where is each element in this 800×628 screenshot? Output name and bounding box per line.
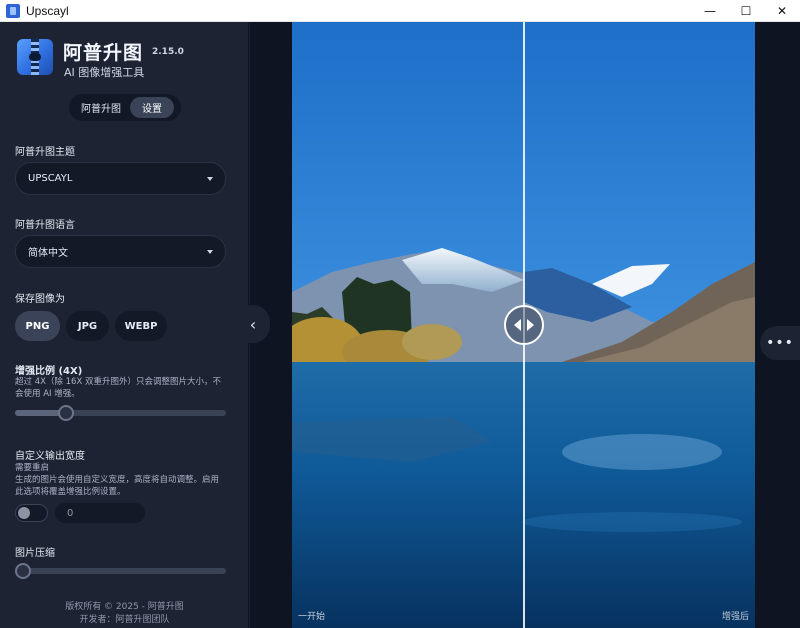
theme-select[interactable]: UPSCAYL: [15, 162, 226, 195]
close-button[interactable]: ✕: [764, 0, 800, 22]
compression-label: 图片压缩: [15, 548, 55, 559]
preview-area: 一开始 增强后 ‹ •••: [236, 22, 800, 628]
settings-sidebar: 阿普升图 2.15.0 AI 图像增强工具 阿普升图 设置 阿普升图主题 UPS…: [0, 22, 249, 628]
arrow-right-icon: [527, 319, 534, 331]
app-subtitle: AI 图像增强工具: [64, 66, 145, 79]
language-select-value: 简体中文: [28, 248, 68, 259]
scale-hint: 超过 4X（除 16X 双重升图外）只会调整图片大小，不会使用 AI 增强。: [15, 377, 221, 399]
compression-slider[interactable]: [15, 563, 226, 579]
tab-settings[interactable]: 设置: [130, 97, 174, 118]
chevron-left-icon: ‹: [249, 314, 257, 334]
arrow-left-icon: [514, 319, 521, 331]
compression-slider-thumb[interactable]: [15, 563, 31, 579]
window-controls: — ☐ ✕: [692, 0, 800, 22]
app-icon: [6, 3, 20, 18]
maximize-button[interactable]: ☐: [728, 0, 764, 22]
format-webp-button[interactable]: WEBP: [115, 311, 167, 341]
logo-face: [29, 53, 41, 61]
tab-upscayl[interactable]: 阿普升图: [72, 97, 130, 118]
custom-width-restart-note: 需要重启: [15, 463, 50, 473]
app-name: 阿普升图: [63, 42, 144, 64]
language-select[interactable]: 简体中文: [15, 235, 226, 268]
footer-developer: 开发者：阿普升图团队: [79, 615, 170, 625]
window-titlebar: Upscayl — ☐ ✕: [0, 0, 800, 22]
theme-label: 阿普升图主题: [15, 147, 75, 158]
save-as-label: 保存图像为: [15, 294, 65, 305]
footer-copyright: 版权所有 © 2025 - 阿普升图: [65, 602, 184, 612]
custom-width-hint: 生成的图片会使用自定义宽度，高度将自动调整。启用此选项将覆盖增强比例设置。: [15, 475, 220, 497]
more-options-button[interactable]: •••: [760, 326, 800, 360]
scale-slider-thumb[interactable]: [58, 405, 74, 421]
toggle-knob: [18, 507, 30, 519]
format-png-button[interactable]: PNG: [15, 311, 60, 341]
upscaled-caption: 增强后: [721, 612, 749, 622]
theme-select-value: UPSCAYL: [28, 173, 73, 184]
custom-width-input[interactable]: 0: [55, 503, 145, 523]
scale-slider[interactable]: [15, 405, 226, 421]
app-logo: [17, 39, 53, 75]
custom-width-label: 自定义输出宽度: [15, 451, 85, 462]
compare-slider-handle[interactable]: [504, 305, 544, 345]
window-title: Upscayl: [26, 3, 69, 18]
main-tabs: 阿普升图 设置: [69, 94, 181, 121]
minimize-button[interactable]: —: [692, 0, 728, 22]
chevron-down-icon: [207, 250, 213, 254]
original-caption: 一开始: [298, 612, 326, 622]
scale-label: 增强比例 (4X): [15, 366, 83, 377]
compare-viewer[interactable]: 一开始 增强后: [292, 22, 755, 628]
custom-width-toggle[interactable]: [15, 504, 48, 522]
collapse-sidebar-button[interactable]: ‹: [236, 305, 270, 343]
chevron-down-icon: [207, 177, 213, 181]
format-jpg-button[interactable]: JPG: [66, 311, 109, 341]
app-version: 2.15.0: [152, 47, 184, 57]
more-dots-icon: •••: [766, 335, 794, 351]
language-label: 阿普升图语言: [15, 220, 75, 231]
